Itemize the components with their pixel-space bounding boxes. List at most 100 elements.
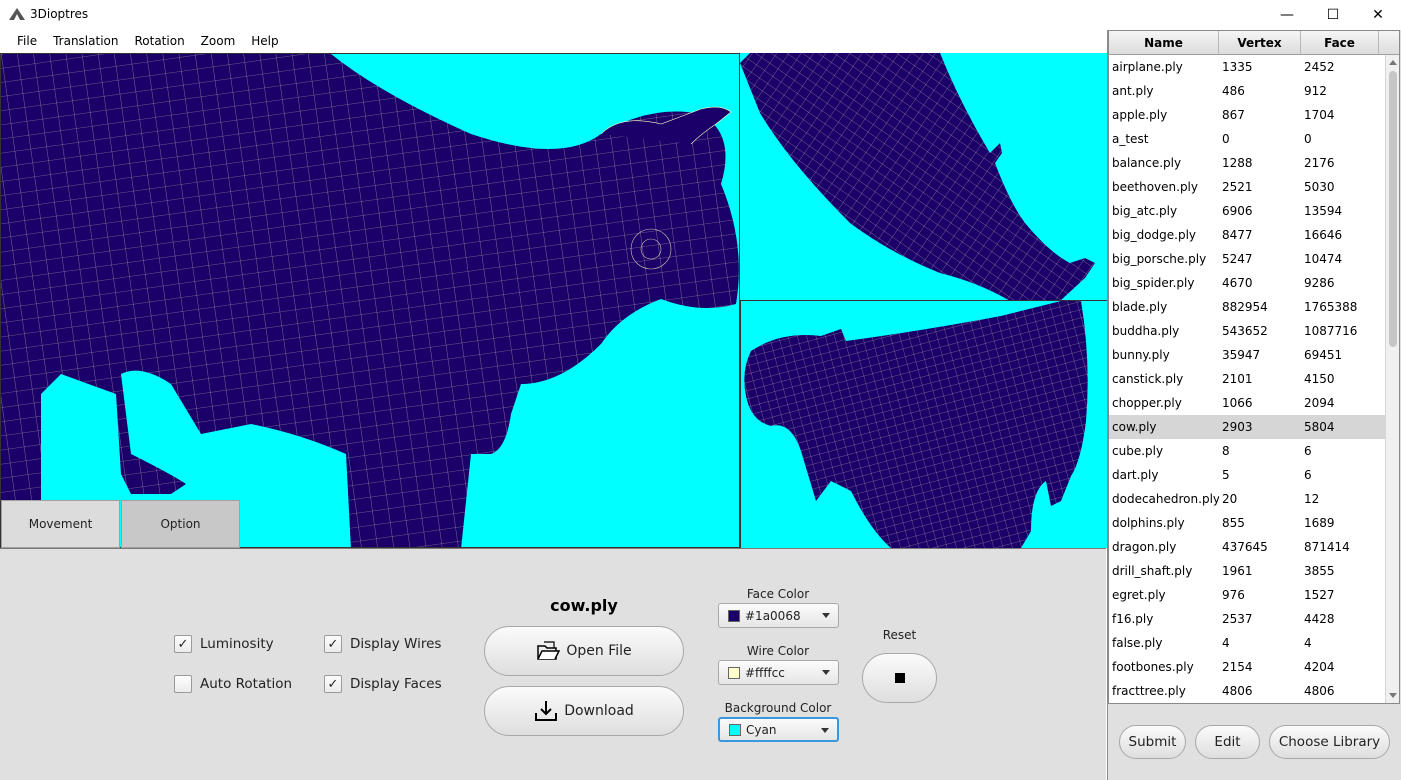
table-row[interactable]: a_test 0 0	[1109, 127, 1399, 151]
cell-face: 69451	[1304, 348, 1343, 362]
front-3d-viewport[interactable]	[740, 301, 1107, 548]
face-color-picker[interactable]: #1a0068	[718, 603, 839, 628]
header-name[interactable]: Name	[1109, 31, 1219, 54]
choose-library-label: Choose Library	[1278, 734, 1381, 750]
face-color-label: Face Color	[746, 587, 810, 601]
menu-bar: File Translation Rotation Zoom Help	[0, 30, 1106, 53]
maximize-icon: ☐	[1326, 7, 1340, 23]
menu-zoom[interactable]: Zoom	[193, 30, 244, 53]
download-icon	[535, 701, 558, 721]
cell-vertex: 1066	[1222, 396, 1253, 410]
download-button[interactable]: Download	[484, 686, 684, 736]
cell-vertex: 1335	[1222, 60, 1253, 74]
top-3d-viewport[interactable]	[740, 53, 1107, 301]
main-3d-viewport[interactable]	[0, 53, 740, 548]
edit-button[interactable]: Edit	[1195, 725, 1260, 759]
display-faces-checkbox[interactable]: ✓ Display Faces	[324, 675, 442, 693]
cell-face: 871414	[1304, 540, 1350, 554]
table-row[interactable]: balance.ply 1288 2176	[1109, 151, 1399, 175]
cell-name: drill_shaft.ply	[1112, 564, 1193, 578]
table-row[interactable]: airplane.ply 1335 2452	[1109, 55, 1399, 79]
menu-help[interactable]: Help	[243, 30, 286, 53]
table-row[interactable]: canstick.ply 2101 4150	[1109, 367, 1399, 391]
table-row[interactable]: buddha.ply 543652 1087716	[1109, 319, 1399, 343]
scroll-down-icon[interactable]	[1389, 693, 1397, 698]
scroll-thumb[interactable]	[1389, 71, 1397, 347]
cell-vertex: 543652	[1222, 324, 1268, 338]
table-row[interactable]: big_atc.ply 6906 13594	[1109, 199, 1399, 223]
display-wires-checkbox[interactable]: ✓ Display Wires	[324, 635, 441, 653]
header-vertex[interactable]: Vertex	[1219, 31, 1301, 54]
close-button[interactable]: ✕	[1355, 0, 1401, 30]
table-row[interactable]: big_porsche.ply 5247 10474	[1109, 247, 1399, 271]
tab-movement[interactable]: Movement	[1, 500, 120, 548]
table-row[interactable]: drill_shaft.ply 1961 3855	[1109, 559, 1399, 583]
table-row[interactable]: cube.ply 8 6	[1109, 439, 1399, 463]
cell-face: 12	[1304, 492, 1320, 506]
cell-vertex: 4	[1222, 636, 1230, 650]
tab-movement-label: Movement	[28, 517, 93, 531]
submit-button[interactable]: Submit	[1119, 725, 1186, 759]
cell-face: 4428	[1304, 612, 1335, 626]
table-row[interactable]: cow.ply 2903 5804	[1109, 415, 1399, 439]
table-row[interactable]: f16.ply 2537 4428	[1109, 607, 1399, 631]
display-wires-label: Display Wires	[350, 636, 442, 652]
table-row[interactable]: blade.ply 882954 1765388	[1109, 295, 1399, 319]
reset-button[interactable]	[862, 653, 937, 703]
tab-option[interactable]: Option	[121, 500, 240, 548]
background-color-picker[interactable]: Cyan	[718, 717, 839, 742]
cell-name: dart.ply	[1112, 468, 1159, 482]
download-label: Download	[564, 703, 634, 719]
cell-name: cube.ply	[1112, 444, 1164, 458]
cell-name: fracttree.ply	[1112, 684, 1186, 698]
table-row[interactable]: chopper.ply 1066 2094	[1109, 391, 1399, 415]
scroll-up-icon[interactable]	[1389, 60, 1397, 65]
cell-name: egret.ply	[1112, 588, 1166, 602]
models-table[interactable]: Name Vertex Face airplane.ply 1335 2452 ant…	[1108, 30, 1400, 704]
cell-name: bunny.ply	[1112, 348, 1170, 362]
table-row[interactable]: apple.ply 867 1704	[1109, 103, 1399, 127]
reset-label: Reset	[882, 628, 917, 642]
cell-name: chopper.ply	[1112, 396, 1182, 410]
table-row[interactable]: dart.ply 5 6	[1109, 463, 1399, 487]
auto-rotation-label: Auto Rotation	[200, 676, 293, 692]
cow-mesh-front-view	[744, 301, 1088, 548]
cell-name: big_atc.ply	[1112, 204, 1178, 218]
table-row[interactable]: dolphins.ply 855 1689	[1109, 511, 1399, 535]
table-row[interactable]: big_dodge.ply 8477 16646	[1109, 223, 1399, 247]
menu-translation[interactable]: Translation	[45, 30, 126, 53]
table-row[interactable]: ant.ply 486 912	[1109, 79, 1399, 103]
wire-color-picker[interactable]: #ffffcc	[718, 660, 839, 685]
table-row[interactable]: fracttree.ply 4806 4806	[1109, 679, 1399, 703]
cell-name: big_spider.ply	[1112, 276, 1195, 290]
table-row[interactable]: big_spider.ply 4670 9286	[1109, 271, 1399, 295]
cell-name: big_porsche.ply	[1112, 252, 1207, 266]
table-scrollbar[interactable]	[1385, 55, 1399, 703]
cell-face: 5804	[1304, 420, 1335, 434]
open-folder-icon	[537, 641, 561, 660]
cell-name: big_dodge.ply	[1112, 228, 1197, 242]
table-row[interactable]: false.ply 4 4	[1109, 631, 1399, 655]
cell-face: 912	[1304, 84, 1327, 98]
table-row[interactable]: egret.ply 976 1527	[1109, 583, 1399, 607]
cell-vertex: 20	[1222, 492, 1238, 506]
table-row[interactable]: dragon.ply 437645 871414	[1109, 535, 1399, 559]
minimize-button[interactable]: —	[1264, 0, 1310, 30]
table-row[interactable]: bunny.ply 35947 69451	[1109, 343, 1399, 367]
header-face[interactable]: Face	[1301, 31, 1379, 54]
menu-rotation[interactable]: Rotation	[126, 30, 192, 53]
chevron-down-icon	[822, 613, 830, 618]
maximize-button[interactable]: ☐	[1310, 0, 1356, 30]
auto-rotation-checkbox[interactable]: Auto Rotation	[174, 675, 292, 693]
table-row[interactable]: dodecahedron.ply 20 12	[1109, 487, 1399, 511]
menu-file[interactable]: File	[9, 30, 45, 53]
luminosity-checkbox[interactable]: ✓ Luminosity	[174, 635, 274, 653]
cell-vertex: 5	[1222, 468, 1230, 482]
table-row[interactable]: beethoven.ply 2521 5030	[1109, 175, 1399, 199]
open-file-button[interactable]: Open File	[484, 626, 684, 676]
choose-library-button[interactable]: Choose Library	[1269, 725, 1390, 759]
cell-name: false.ply	[1112, 636, 1163, 650]
table-row[interactable]: footbones.ply 2154 4204	[1109, 655, 1399, 679]
title-bar: 3Dioptres — ☐ ✕	[0, 0, 1401, 30]
cell-name: dodecahedron.ply	[1112, 492, 1219, 506]
